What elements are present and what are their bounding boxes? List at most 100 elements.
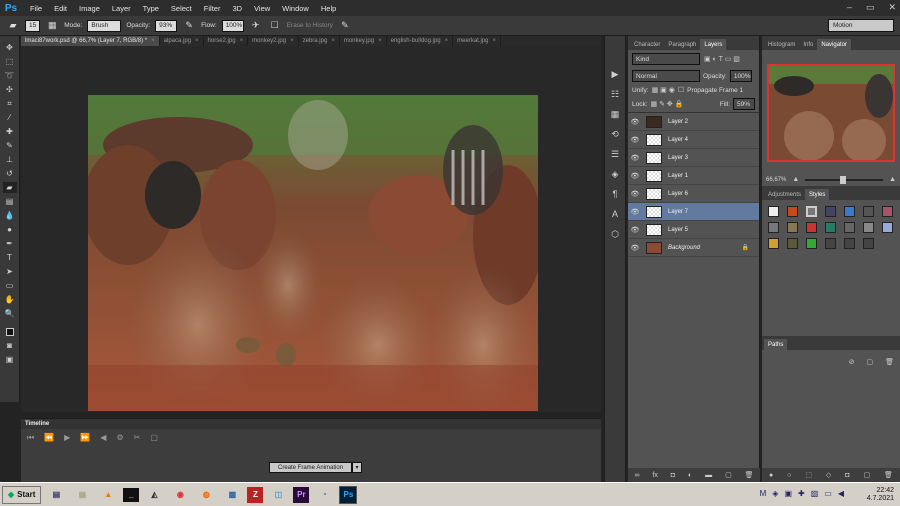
close-icon[interactable]: × [290, 38, 294, 44]
quick-mask-icon[interactable]: ◙ [3, 340, 17, 351]
menu-3d[interactable]: 3D [226, 4, 248, 13]
layer-row-layer-4[interactable]: 👁 Layer 4 [628, 131, 759, 149]
screen-mode-icon[interactable]: ▣ [3, 354, 17, 365]
tab-monkey2[interactable]: monkey2.jpg × [248, 36, 299, 46]
tab-navigator[interactable]: Navigator [817, 39, 852, 50]
new-style-icon[interactable]: ▢ [866, 358, 873, 366]
layer-row-layer-2[interactable]: 👁 Layer 2 [628, 113, 759, 131]
tab-styles[interactable]: Styles [805, 189, 830, 200]
tab-paragraph[interactable]: Paragraph [664, 39, 700, 50]
layer-row-layer-1[interactable]: 👁 Layer 1 [628, 167, 759, 185]
chrome-icon[interactable]: ◉ [169, 485, 191, 505]
eraser-tool-icon[interactable]: ▰ [6, 19, 20, 33]
split-icon[interactable]: ✂ [134, 433, 141, 443]
new-path-icon[interactable]: ▢ [863, 471, 870, 479]
marquee-tool-icon[interactable]: ⬚ [3, 56, 17, 67]
tab-zebra[interactable]: zebra.jpg × [299, 36, 340, 46]
group-icon[interactable]: ▬ [705, 472, 712, 479]
brush-tool-icon[interactable]: ✎ [3, 140, 17, 151]
layer-row-layer-5[interactable]: 👁 Layer 5 [628, 221, 759, 239]
style-swatch[interactable] [882, 206, 893, 217]
pen-tool-icon[interactable]: ✒ [3, 238, 17, 249]
tab-adjustments[interactable]: Adjustments [764, 189, 805, 200]
network-tray-icon[interactable]: ▭ [824, 489, 832, 498]
start-button[interactable]: ◆ Start [2, 485, 42, 504]
menu-view[interactable]: View [248, 4, 276, 13]
style-swatch[interactable] [768, 206, 779, 217]
character-icon[interactable]: A [608, 208, 622, 220]
menu-select[interactable]: Select [165, 4, 198, 13]
style-swatch[interactable] [806, 206, 817, 217]
trash-icon[interactable]: 🗑 [745, 471, 754, 479]
eye-icon[interactable]: 👁 [628, 154, 642, 162]
style-swatch[interactable] [806, 222, 817, 233]
eye-icon[interactable]: 👁 [628, 208, 642, 216]
zoom-tool-icon[interactable]: 🔍 [3, 308, 17, 319]
tab-info[interactable]: Info [799, 39, 817, 50]
minimize-icon[interactable]: – [847, 2, 852, 13]
layer-row-layer-3[interactable]: 👁 Layer 3 [628, 149, 759, 167]
edge-icon[interactable]: ◔ [313, 485, 335, 505]
app-icon[interactable]: ◫ [267, 485, 289, 505]
terminal-icon[interactable]: _ [123, 487, 140, 502]
eye-icon[interactable]: 👁 [628, 136, 642, 144]
close-icon[interactable]: × [378, 38, 382, 44]
style-swatch[interactable] [844, 238, 855, 249]
first-frame-icon[interactable]: ⏮ [27, 433, 34, 443]
document-canvas[interactable] [88, 95, 538, 411]
style-swatch[interactable] [863, 206, 874, 217]
pressure-size-icon[interactable]: ✎ [338, 19, 352, 33]
clear-style-icon[interactable]: ⊘ [849, 358, 855, 366]
brush-preset-icon[interactable]: ☷ [608, 88, 622, 100]
layer-opacity-input[interactable]: 100% [729, 70, 752, 82]
menu-help[interactable]: Help [315, 4, 342, 13]
layer-row-layer-6[interactable]: 👁 Layer 6 [628, 185, 759, 203]
opacity-input[interactable]: 93% [155, 19, 178, 32]
next-frame-icon[interactable]: ⏩ [80, 433, 90, 443]
tab-histogram[interactable]: Histogram [764, 39, 799, 50]
menu-layer[interactable]: Layer [106, 4, 137, 13]
style-swatch[interactable] [844, 206, 855, 217]
fill-input[interactable]: 59% [733, 98, 755, 110]
healing-tool-icon[interactable]: ✚ [3, 126, 17, 137]
explorer-icon[interactable]: ▤ [45, 485, 67, 505]
history-icon[interactable]: ⟲ [608, 128, 622, 140]
propagate-checkbox[interactable]: ☐ [678, 86, 684, 94]
close-icon[interactable]: × [493, 38, 497, 44]
workspace-select[interactable]: Motion [828, 19, 894, 32]
style-swatch[interactable] [863, 238, 874, 249]
path-select-tool-icon[interactable]: ➤ [3, 266, 17, 277]
layer-row-background[interactable]: 👁 Background 🔒 [628, 239, 759, 257]
menu-window[interactable]: Window [276, 4, 315, 13]
tray-icon[interactable]: ▣ [784, 489, 792, 498]
zoom-in-icon[interactable]: ▲ [889, 176, 896, 183]
brush-panel-icon[interactable]: ▦ [45, 19, 59, 33]
close-icon[interactable]: ✕ [888, 2, 896, 13]
3d-icon[interactable]: ⬡ [608, 228, 622, 240]
trash-icon[interactable]: 🗑 [885, 358, 894, 366]
settings-icon[interactable]: ⚙ [116, 433, 123, 443]
tab-layers[interactable]: Layers [700, 39, 727, 50]
network-icon[interactable]: ▩ [221, 485, 243, 505]
tab-lmaci87work[interactable]: lmaci87work.psd @ 66,7% (Layer 7, RGB/8)… [21, 36, 160, 46]
volume-icon[interactable]: ◀ [838, 489, 844, 498]
navigator-preview[interactable] [767, 64, 895, 162]
filezilla-icon[interactable]: Z [247, 486, 264, 503]
close-icon[interactable]: × [151, 38, 155, 44]
play-action-icon[interactable]: ▶ [608, 68, 622, 80]
eye-icon[interactable]: 👁 [628, 118, 642, 126]
audio-icon[interactable]: ◀ [100, 433, 106, 443]
clock[interactable]: 22:42 4.7.2021 [867, 487, 894, 503]
folder-icon[interactable]: ▦ [71, 485, 93, 505]
tab-paths[interactable]: Paths [764, 339, 788, 350]
vlc-icon[interactable]: ▲ [97, 485, 119, 505]
gradient-tool-icon[interactable]: ▤ [3, 196, 17, 207]
brush-size-picker[interactable]: 15 [25, 19, 41, 32]
stamp-tool-icon[interactable]: ⊥ [3, 154, 17, 165]
properties-icon[interactable]: ☰ [608, 148, 622, 160]
eyedropper-tool-icon[interactable]: ⁄ [3, 112, 17, 123]
style-swatch[interactable] [787, 206, 798, 217]
tray-icon[interactable]: ✚ [798, 489, 805, 498]
style-swatch[interactable] [806, 238, 817, 249]
style-swatch[interactable] [787, 238, 798, 249]
